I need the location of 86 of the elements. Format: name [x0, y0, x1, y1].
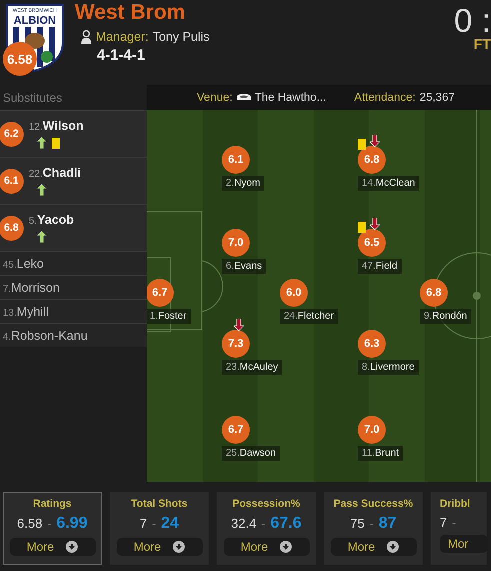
substitute-row[interactable]: 7.Morrison	[0, 275, 147, 299]
attendance-label: Attendance:	[354, 92, 416, 104]
rating-badge[interactable]: 6.3	[358, 330, 386, 358]
rating-badge[interactable]: 6.1	[222, 146, 250, 174]
team-rating-badge: 6.58	[3, 42, 37, 76]
attendance-value: 25,367	[420, 92, 455, 104]
venue-label: Venue:	[197, 92, 233, 104]
home-value: 32.4	[231, 516, 257, 531]
separator: -	[48, 517, 52, 531]
home-value: 75	[350, 516, 365, 531]
chevron-down-icon	[173, 541, 186, 553]
manager-name: Tony Pulis	[152, 30, 210, 44]
substitute-row[interactable]: 45.Leko	[0, 251, 147, 275]
stat-title: Pass Success%	[334, 498, 414, 510]
rating-badge[interactable]: 6.7	[222, 416, 250, 444]
player-label: 7.Morrison	[3, 280, 60, 294]
venue-name: The Hawtho...	[254, 92, 326, 104]
player-label: 22.Chadli	[29, 166, 82, 180]
stat-title: Dribbl	[440, 498, 470, 510]
more-button[interactable]: Mor	[440, 535, 488, 553]
player-label: 12.Wilson	[29, 119, 84, 133]
player-label: 25.Dawson	[222, 446, 280, 461]
formation: 4-1-4-1	[97, 47, 146, 64]
away-value: 67.6	[270, 515, 302, 533]
score: 0 :	[454, 2, 491, 39]
separator: -	[262, 517, 266, 531]
substitutes-heading: Substitutes	[3, 90, 62, 104]
rating-badge[interactable]: 7.3	[222, 330, 250, 358]
player-label: 23.McAuley	[222, 360, 282, 375]
home-value: 7	[440, 515, 448, 530]
rating-badge[interactable]: 6.5	[358, 229, 386, 257]
player-label: 24.Fletcher	[280, 309, 338, 324]
home-value: 7	[140, 516, 148, 531]
rating-badge[interactable]: 7.0	[358, 416, 386, 444]
substitute-row[interactable]: 4.Robson-Kanu	[0, 323, 147, 347]
stat-card[interactable]: Possession% 32.4 - 67.6 More	[217, 492, 316, 565]
player-label: 47.Field	[358, 259, 402, 274]
home-value: 6.58	[17, 516, 43, 531]
stat-card[interactable]: Ratings 6.58 - 6.99 More	[3, 492, 102, 565]
rating-badge: 6.1	[0, 168, 24, 194]
away-value: 24	[161, 515, 180, 533]
rating-badge[interactable]: 6.7	[147, 279, 174, 307]
chevron-down-icon	[387, 541, 400, 553]
stadium-icon	[236, 94, 251, 102]
separator: -	[152, 517, 156, 531]
player-label: 8.Livermore	[358, 360, 419, 375]
stat-card[interactable]: Total Shots 7 - 24 More	[110, 492, 209, 565]
player-label: 9.Rondón	[420, 309, 472, 324]
separator: -	[452, 516, 456, 530]
away-value: 6.99	[56, 515, 88, 533]
player-label: 5.Yacob	[29, 213, 74, 227]
player-label: 4.Robson-Kanu	[3, 328, 88, 342]
substitute-row[interactable]: 6.8 5.Yacob	[0, 204, 147, 251]
more-button[interactable]: More	[224, 538, 310, 556]
more-button[interactable]: More	[330, 538, 416, 556]
player-label: 13.Myhill	[3, 304, 49, 318]
stat-title: Total Shots	[131, 498, 188, 510]
rating-badge: 6.8	[0, 216, 24, 240]
stat-card[interactable]: Dribbl 7 - Mor	[431, 492, 487, 565]
player-label: 14.McClean	[358, 176, 420, 191]
match-status: FT	[474, 36, 491, 52]
player-label: 2.Nyom	[222, 176, 264, 191]
separator: -	[370, 517, 374, 531]
person-icon	[81, 30, 92, 44]
rating-badge[interactable]: 6.0	[280, 279, 308, 307]
chevron-down-icon	[280, 541, 292, 553]
rating-badge[interactable]: 7.0	[222, 229, 250, 257]
manager-label: Manager:	[96, 30, 149, 44]
player-label: 1.Foster	[147, 309, 191, 324]
substitute-row[interactable]: 6.1 22.Chadli	[0, 157, 147, 204]
rating-badge[interactable]: 6.8	[358, 146, 386, 174]
stat-title: Ratings	[33, 498, 72, 510]
player-label: 45.Leko	[3, 256, 44, 270]
team-name: West Brom	[75, 1, 186, 25]
more-button[interactable]: More	[116, 538, 202, 556]
more-button[interactable]: More	[10, 538, 96, 556]
stat-title: Possession%	[232, 498, 300, 510]
substitute-row[interactable]: 6.2 12.Wilson	[0, 110, 147, 157]
rating-badge: 6.2	[0, 122, 24, 146]
chevron-down-icon	[66, 541, 78, 553]
away-value: 87	[378, 515, 397, 533]
rating-badge[interactable]: 6.8	[420, 279, 448, 307]
player-label: 11.Brunt	[358, 446, 404, 461]
stat-card[interactable]: Pass Success% 75 - 87 More	[324, 492, 423, 565]
substitute-row[interactable]: 13.Myhill	[0, 299, 147, 323]
player-label: 6.Evans	[222, 259, 266, 274]
